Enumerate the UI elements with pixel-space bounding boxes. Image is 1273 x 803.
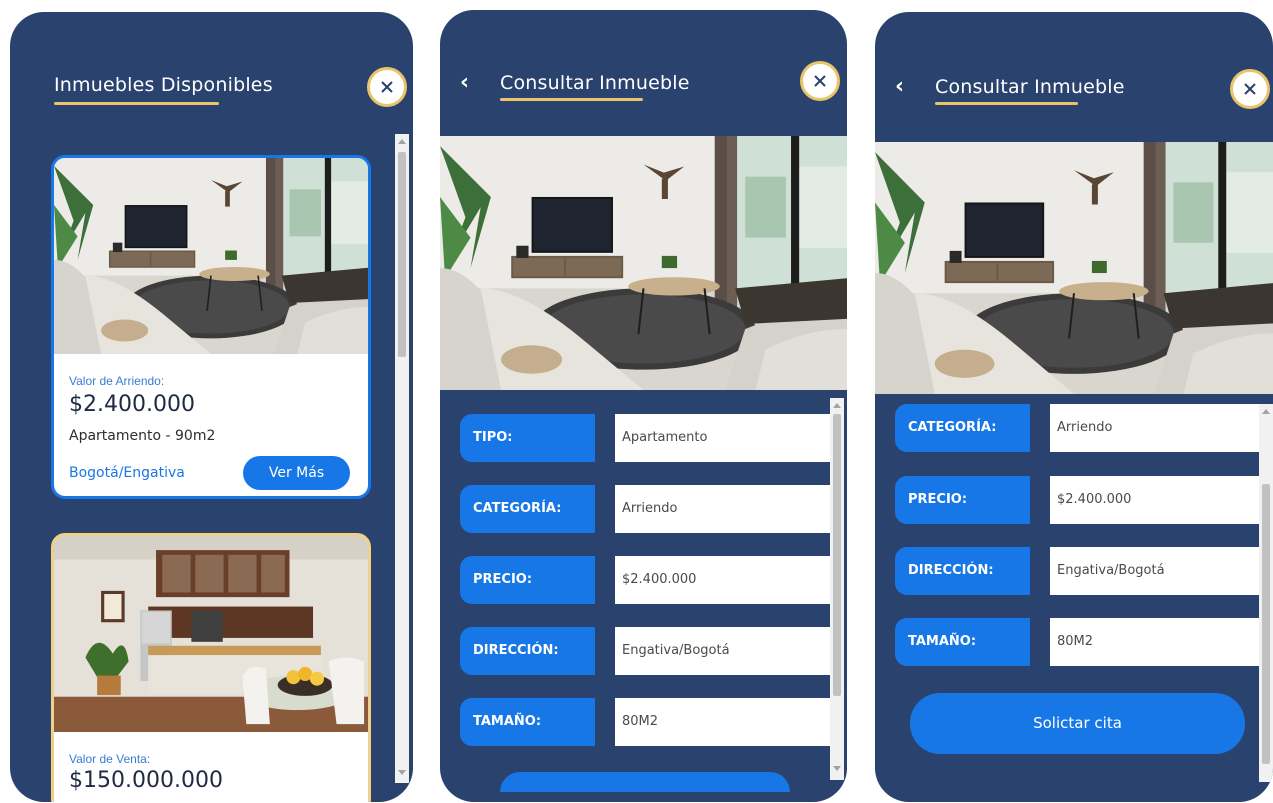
- detail-label: DIRECCIÓN:: [895, 547, 1030, 595]
- screen-detail: ‹ Consultar Inmueble TIPO: Apartamento C…: [440, 10, 847, 802]
- detail-label: PRECIO:: [895, 476, 1030, 524]
- see-more-button[interactable]: Ver Más: [243, 456, 350, 490]
- property-image: [54, 158, 368, 354]
- detail-row-category: CATEGORÍA: Arriendo: [460, 485, 843, 533]
- title-underline: [935, 102, 1078, 105]
- scrollbar[interactable]: [830, 398, 844, 780]
- back-button[interactable]: ‹: [895, 76, 904, 98]
- price-value: $150.000.000: [69, 768, 223, 793]
- title-underline: [54, 102, 219, 105]
- detail-label: TAMAÑO:: [460, 698, 595, 746]
- scrollbar[interactable]: [395, 134, 409, 783]
- scroll-up-arrow[interactable]: [1262, 409, 1270, 414]
- close-icon: [1244, 83, 1256, 95]
- close-button[interactable]: [367, 67, 407, 107]
- title-underline: [500, 98, 643, 101]
- property-location[interactable]: Bogotá/Engativa: [69, 465, 185, 481]
- detail-value: 80M2: [1050, 618, 1273, 666]
- detail-value: Apartamento: [615, 414, 843, 462]
- detail-value: Arriendo: [615, 485, 843, 533]
- listing-card[interactable]: Valor de Venta: $150.000.000: [51, 533, 371, 802]
- back-chevron-icon: ‹: [460, 70, 470, 95]
- request-appointment-button-partial[interactable]: [500, 772, 790, 792]
- detail-label: DIRECCIÓN:: [460, 627, 595, 675]
- property-image: [440, 136, 847, 390]
- back-button[interactable]: ‹: [460, 72, 469, 94]
- detail-row-price: PRECIO: $2.400.000: [460, 556, 843, 604]
- close-icon: [814, 75, 826, 87]
- detail-label: PRECIO:: [460, 556, 595, 604]
- detail-value: 80M2: [615, 698, 843, 746]
- detail-label: TIPO:: [460, 414, 595, 462]
- detail-row-size: TAMAÑO: 80M2: [460, 698, 843, 746]
- detail-row-size: TAMAÑO: 80M2: [895, 618, 1273, 666]
- scrollbar[interactable]: [1259, 404, 1273, 782]
- screen-listings: Inmuebles Disponibles Valor de Arriendo:…: [10, 12, 413, 802]
- price-label: Valor de Venta:: [69, 752, 151, 766]
- close-button[interactable]: [1230, 69, 1270, 109]
- scrollbar-thumb[interactable]: [398, 152, 406, 357]
- detail-row-price: PRECIO: $2.400.000: [895, 476, 1273, 524]
- detail-row-address: DIRECCIÓN: Engativa/Bogotá: [460, 627, 843, 675]
- scrollbar-thumb[interactable]: [833, 414, 841, 696]
- page-title: Consultar Inmueble: [935, 76, 1125, 98]
- back-chevron-icon: ‹: [895, 74, 905, 99]
- detail-value: $2.400.000: [615, 556, 843, 604]
- property-type-size: Apartamento - 90m2: [69, 428, 216, 444]
- detail-label: TAMAÑO:: [895, 618, 1030, 666]
- scroll-up-arrow[interactable]: [833, 403, 841, 408]
- detail-label: CATEGORÍA:: [895, 404, 1030, 452]
- page-title: Inmuebles Disponibles: [54, 74, 273, 96]
- listing-card[interactable]: Valor de Arriendo: $2.400.000 Apartament…: [51, 155, 371, 499]
- property-image: [875, 142, 1273, 394]
- screen-detail-scrolled: ‹ Consultar Inmueble CATEGORÍA: Arriendo…: [875, 12, 1273, 802]
- detail-value: Engativa/Bogotá: [1050, 547, 1273, 595]
- scroll-down-arrow[interactable]: [398, 770, 406, 775]
- scroll-up-arrow[interactable]: [398, 139, 406, 144]
- detail-row-category: CATEGORÍA: Arriendo: [895, 404, 1273, 452]
- detail-value: $2.400.000: [1050, 476, 1273, 524]
- detail-value: Arriendo: [1050, 404, 1273, 452]
- page-title: Consultar Inmueble: [500, 72, 690, 94]
- price-label: Valor de Arriendo:: [69, 374, 165, 388]
- detail-row-address: DIRECCIÓN: Engativa/Bogotá: [895, 547, 1273, 595]
- price-value: $2.400.000: [69, 392, 195, 417]
- scrollbar-thumb[interactable]: [1262, 484, 1270, 764]
- detail-label: CATEGORÍA:: [460, 485, 595, 533]
- close-icon: [381, 81, 393, 93]
- property-image: [54, 536, 368, 732]
- detail-value: Engativa/Bogotá: [615, 627, 843, 675]
- detail-row-type: TIPO: Apartamento: [460, 414, 843, 462]
- close-button[interactable]: [800, 61, 840, 101]
- scroll-down-arrow[interactable]: [833, 766, 841, 771]
- request-appointment-button[interactable]: Solictar cita: [910, 693, 1245, 754]
